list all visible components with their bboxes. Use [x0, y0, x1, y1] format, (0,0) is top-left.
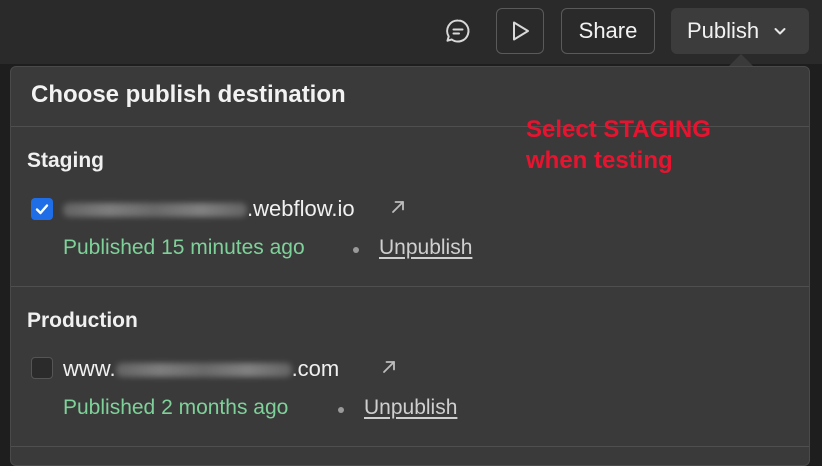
redacted-subdomain — [63, 203, 247, 218]
production-domain[interactable]: www. .com — [63, 356, 339, 382]
production-checkbox[interactable] — [31, 357, 53, 379]
annotation-line-1: Select STAGING — [526, 116, 711, 143]
production-domain-suffix: .com — [291, 356, 340, 381]
staging-domain[interactable]: .webflow.io — [63, 196, 355, 222]
play-icon — [513, 21, 529, 41]
external-link-icon[interactable] — [389, 198, 407, 216]
staging-annotation: Select STAGING when testing — [526, 114, 711, 176]
external-link-icon[interactable] — [380, 358, 398, 376]
staging-heading: Staging — [27, 149, 104, 172]
production-unpublish-link[interactable]: Unpublish — [364, 396, 457, 420]
separator-dot — [338, 407, 344, 413]
staging-unpublish-link[interactable]: Unpublish — [379, 236, 472, 260]
preview-button[interactable] — [496, 8, 544, 54]
chevron-down-icon — [774, 28, 786, 35]
comment-button[interactable] — [434, 8, 482, 54]
production-domain-prefix: www. — [63, 356, 116, 381]
checkmark-icon — [35, 204, 49, 215]
staging-checkbox[interactable] — [31, 198, 53, 220]
staging-status: Published 15 minutes ago — [63, 236, 305, 259]
redacted-domain — [115, 363, 292, 378]
production-heading: Production — [27, 309, 138, 332]
top-toolbar: Share Publish — [0, 0, 822, 64]
publish-button-label: Publish — [687, 18, 760, 43]
share-button[interactable]: Share — [561, 8, 655, 54]
popover-caret — [729, 54, 753, 66]
annotation-line-2: when testing — [526, 147, 673, 174]
panel-title: Choose publish destination — [31, 81, 346, 108]
divider — [11, 446, 809, 447]
publish-button[interactable]: Publish — [671, 8, 809, 54]
separator-dot — [353, 247, 359, 253]
staging-domain-suffix: .webflow.io — [247, 196, 355, 221]
comment-icon — [446, 19, 470, 43]
production-status: Published 2 months ago — [63, 396, 289, 419]
divider — [11, 286, 809, 287]
